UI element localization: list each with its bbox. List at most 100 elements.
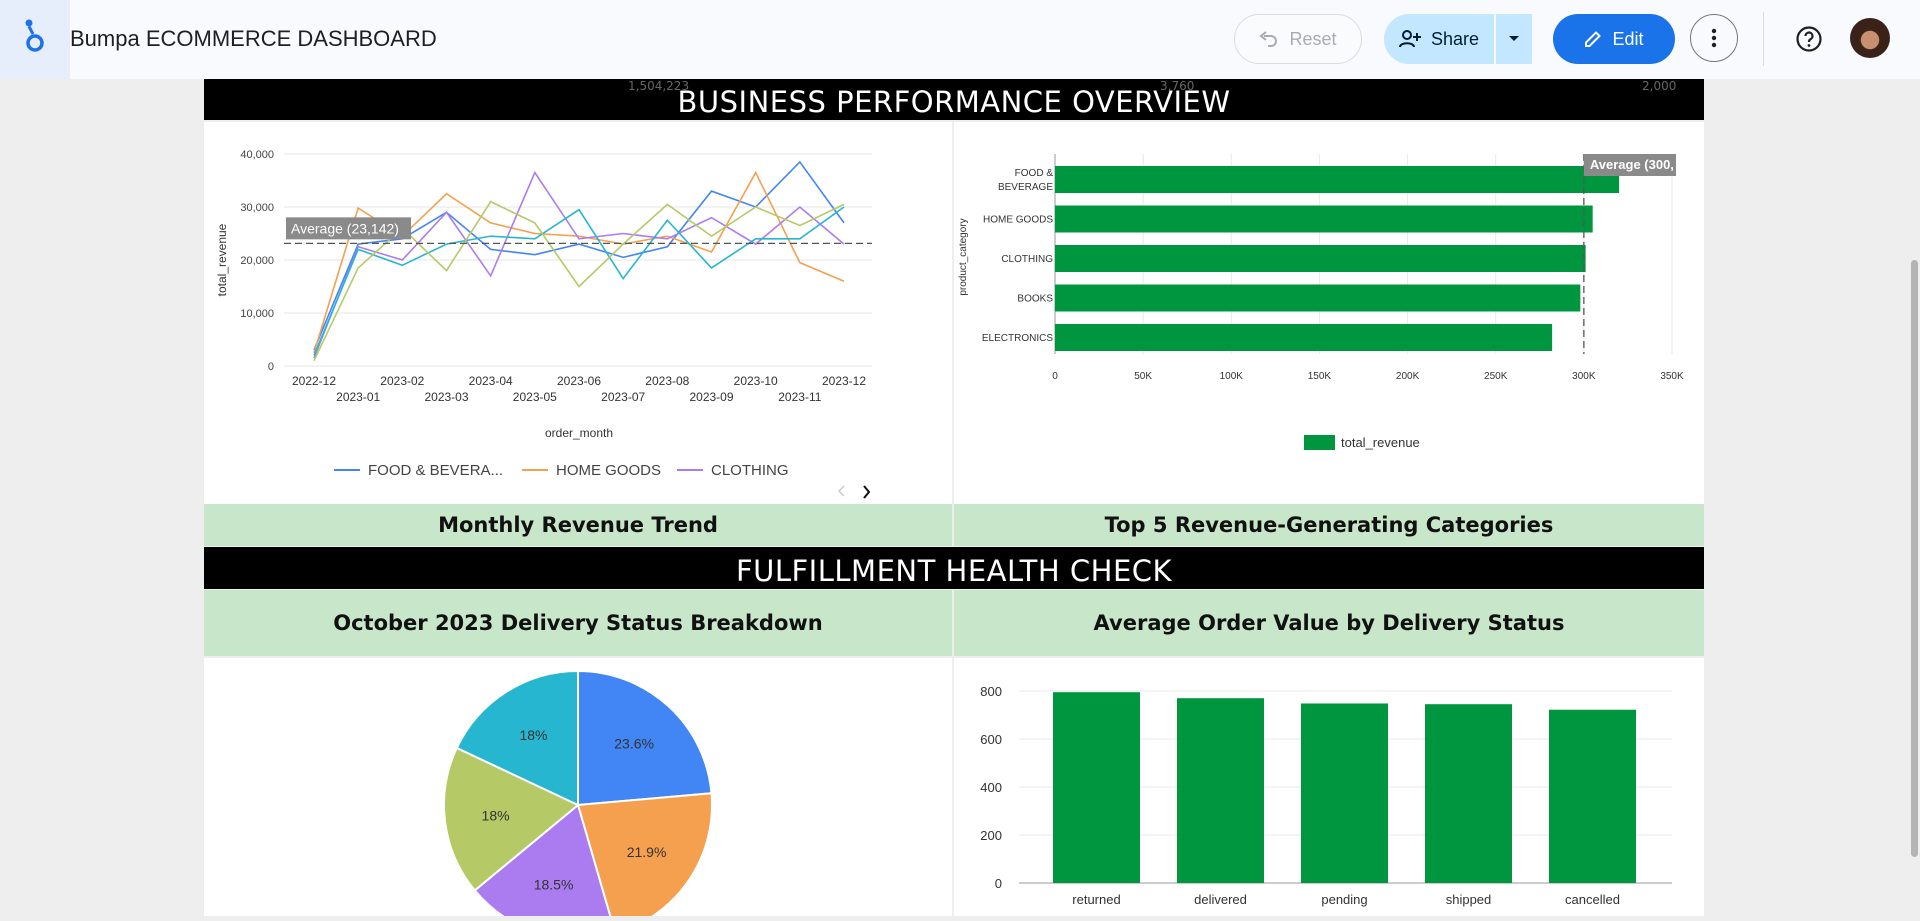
x-tick-label: 2023-07 (601, 390, 645, 404)
x-tick-label: 2022-12 (292, 374, 336, 388)
bar-3 (1055, 284, 1581, 312)
avatar[interactable] (1850, 18, 1890, 58)
aov-bar-chart[interactable]: 0 200 400 600 800 returned delivered pending shi… (954, 658, 1704, 916)
legend-swatch (1304, 435, 1335, 450)
performance-banner-title: BUSINESS PERFORMANCE OVERVIEW (677, 85, 1231, 119)
bar-4 (1549, 709, 1636, 883)
aov-caption: Average Order Value by Delivery Status (954, 590, 1704, 656)
top-categories-caption: Top 5 Revenue-Generating Categories (954, 504, 1704, 546)
fulfillment-banner: FULFILLMENT HEALTH CHECK (204, 547, 1704, 589)
app-title: Bumpa ECOMMERCE DASHBOARD (70, 26, 437, 51)
y-tick-label: 400 (980, 780, 1002, 795)
x-tick-label: delivered (1194, 892, 1247, 907)
x-tick-label: 350K (1660, 371, 1684, 382)
looker-studio-logo-icon (25, 19, 44, 52)
monthly-revenue-line-chart[interactable]: 010,00020,00030,00040,0002022-122023-012… (204, 122, 952, 504)
x-tick-label: 150K (1308, 371, 1332, 382)
y-tick-label: 30,000 (240, 202, 274, 214)
legend-label: HOME GOODS (556, 462, 661, 479)
x-tick-label: 2023-02 (380, 374, 424, 388)
y-tick-label: 0 (995, 876, 1002, 891)
y-tick-label: 800 (980, 684, 1002, 699)
x-tick-label: pending (1321, 892, 1367, 907)
edit-label: Edit (1612, 28, 1644, 49)
toolbar-divider (1763, 12, 1764, 66)
pie-label: 23.6% (614, 736, 654, 752)
average-label: Average (300, (1590, 157, 1674, 172)
x-tick-label: 2023-05 (513, 390, 557, 404)
y-tick-label: 20,000 (240, 255, 274, 267)
pie-label: 18.5% (534, 876, 574, 892)
line-series-2 (313, 170, 845, 359)
x-tick-label: shipped (1446, 892, 1492, 907)
bar-0 (1055, 166, 1620, 193)
pie-label: 18% (482, 807, 510, 823)
x-tick-label: 2023-04 (469, 374, 513, 388)
y-tick-label: 0 (268, 361, 274, 373)
pie-label: 18% (519, 727, 547, 743)
delivery-status-caption: October 2023 Delivery Status Breakdown (204, 590, 952, 656)
delivery-status-pie-chart[interactable]: 23.6% 21.9% 18.5% 18% 18% (204, 658, 952, 921)
legend-prev-icon (837, 485, 845, 497)
bar-0 (1053, 692, 1140, 883)
top-bar: Bumpa ECOMMERCE DASHBOARD Reset Share Ed… (0, 0, 1920, 79)
person-add-icon (1398, 30, 1421, 48)
x-tick-label: returned (1072, 892, 1120, 907)
delivery-status-pie-card[interactable]: 23.6% 21.9% 18.5% 18% 18% (204, 658, 952, 921)
x-tick-label: 100K (1220, 371, 1244, 382)
help-button[interactable] (1790, 20, 1828, 58)
bar-3 (1425, 704, 1512, 883)
x-tick-label: 300K (1572, 371, 1596, 382)
performance-banner: 1,504,223 3,760 2,000 BUSINESS PERFORMAN… (204, 79, 1704, 120)
reset-button[interactable]: Reset (1234, 14, 1362, 64)
x-tick-label: 0 (1052, 371, 1058, 382)
more-vert-icon (1711, 28, 1717, 48)
bar-2 (1301, 703, 1388, 883)
y-tick-label: 600 (980, 732, 1002, 747)
category-label: HOME GOODS (983, 215, 1053, 226)
monthly-revenue-chart-card[interactable]: 0 10,000 20,000 30,000 40,000 2022-12 2023-01 2… (204, 122, 952, 504)
x-tick-label: 2023-03 (424, 390, 468, 404)
x-tick-label: 2023-01 (336, 390, 380, 404)
undo-icon (1259, 31, 1278, 47)
legend-label: FOOD & BEVERA... (368, 462, 503, 479)
y-axis-label: total_revenue (215, 223, 229, 296)
scrollbar-thumb[interactable] (1911, 260, 1918, 857)
x-tick-label: 2023-10 (734, 374, 778, 388)
aov-bar-card[interactable]: 0 200 400 600 800 returned delivered pending shi… (954, 658, 1704, 916)
x-tick-label: 200K (1396, 371, 1420, 382)
category-label: ELECTRONICS (982, 333, 1053, 344)
x-tick-label: 2023-08 (645, 374, 689, 388)
top-categories-chart-card[interactable]: 0 50K 100K 150K 200K 250K 300K 350K FOOD & BEVERA… (954, 122, 1704, 504)
y-tick-label: 200 (980, 828, 1002, 843)
legend-next-icon[interactable] (863, 485, 871, 499)
x-axis-label: order_month (545, 426, 613, 440)
help-circle-icon (1796, 26, 1822, 52)
monthly-revenue-caption: Monthly Revenue Trend (204, 504, 952, 546)
y-axis-label: product_category (958, 218, 969, 295)
y-tick-label: 40,000 (240, 149, 274, 161)
x-tick-label: cancelled (1565, 892, 1620, 907)
x-tick-label: 2023-11 (778, 390, 821, 404)
logo-tile[interactable] (0, 0, 70, 79)
x-tick-label: 50K (1134, 371, 1152, 382)
more-options-button[interactable] (1690, 14, 1738, 62)
edit-button[interactable]: Edit (1553, 14, 1675, 64)
bar-2 (1055, 245, 1586, 272)
pencil-icon (1585, 31, 1602, 47)
category-label: CLOTHING (1001, 254, 1053, 265)
y-tick-label: 10,000 (240, 308, 274, 320)
fulfillment-banner-title: FULFILLMENT HEALTH CHECK (735, 554, 1173, 588)
legend-label: CLOTHING (711, 462, 789, 479)
share-label: Share (1430, 28, 1480, 49)
top-categories-bar-chart[interactable]: 0 50K 100K 150K 200K 250K 300K 350K FOOD & BEVERA… (954, 122, 1704, 504)
pie-label: 21.9% (627, 844, 667, 860)
bar-1 (1055, 205, 1593, 233)
bar-1 (1177, 698, 1264, 883)
caret-down-icon (1509, 36, 1519, 41)
bar-4 (1055, 324, 1553, 351)
category-label: BOOKS (1017, 294, 1053, 305)
x-tick-label: 2023-06 (557, 374, 601, 388)
reset-label: Reset (1289, 28, 1337, 49)
x-tick-label: 2023-12 (822, 374, 866, 388)
